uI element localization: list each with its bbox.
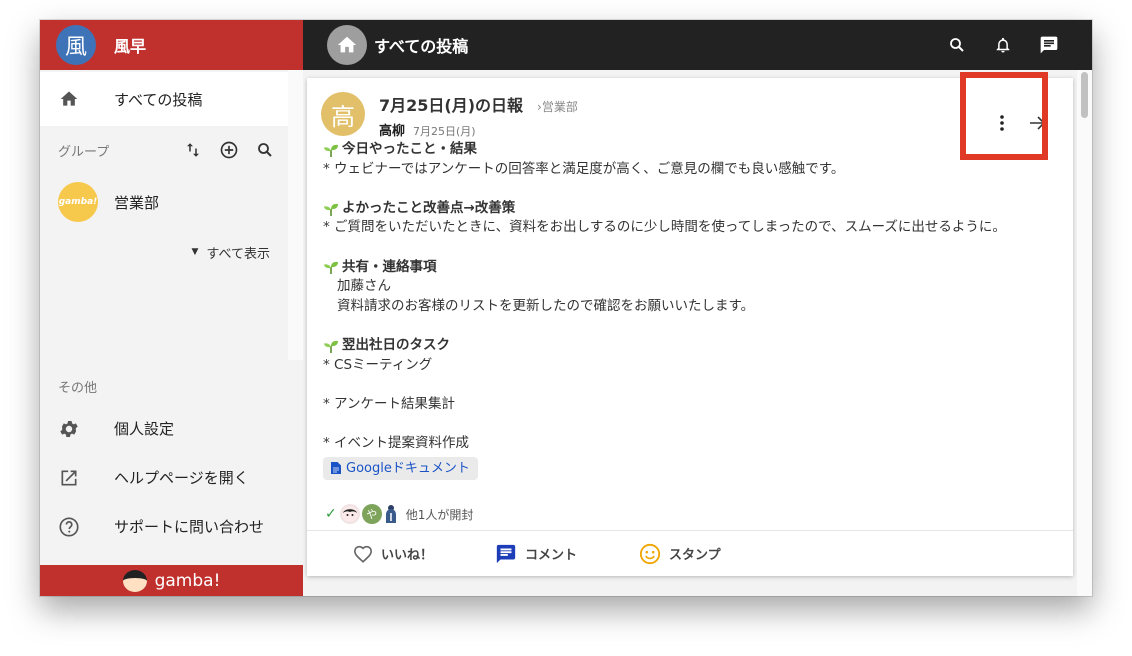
others-section: その他 個人設定 ヘルプページを開く サポートに問い合わせ	[40, 368, 303, 551]
body-line: * ご質問をいただいたときに、資料をお出しするのに少し時間を使ってしまったので、…	[323, 219, 1006, 236]
author-avatar[interactable]: 高	[321, 92, 365, 136]
read-receipts[interactable]: ✓ や 他1人が開封	[325, 504, 473, 524]
comment-button[interactable]: コメント	[495, 543, 577, 565]
mascot-icon	[122, 569, 147, 592]
group-item-sales[interactable]: gamba! 営業部	[40, 174, 288, 230]
groups-label: グループ	[58, 144, 110, 160]
body-line: * ウェビナーではアンケートの回答率と満足度が高く、ご意見の欄でも良い感触です。	[323, 160, 845, 177]
body-line: 加藤さん	[337, 278, 391, 295]
sidebar-item-settings[interactable]: 個人設定	[40, 404, 303, 453]
sprout-icon	[324, 262, 338, 275]
show-all-button[interactable]: ▼ すべて表示	[40, 230, 288, 274]
brand-footer: gamba!	[40, 565, 303, 596]
scrollbar-thumb[interactable]	[1081, 72, 1088, 118]
brand-name: gamba!	[154, 570, 221, 591]
main-content: 高 7月25日(月)の日報 ›営業部 高柳 7月25日(月) 今日やったこと・結…	[303, 70, 1092, 596]
sidebar-item-label: サポートに問い合わせ	[114, 518, 265, 536]
sidebar-scrollbar[interactable]	[288, 70, 303, 360]
check-icon: ✓	[325, 506, 337, 522]
reader-avatar	[339, 504, 360, 524]
app-window: 風 風早 すべての投稿 グループ gamba! 営業部 ▼ すべて表示 その他 …	[40, 20, 1092, 596]
group-logo: gamba!	[58, 182, 98, 222]
sprout-icon	[324, 340, 338, 353]
home-icon	[58, 88, 80, 110]
workspace-avatar[interactable]: 風	[56, 25, 96, 65]
gear-icon	[58, 418, 80, 440]
groups-section-header: グループ	[40, 126, 288, 174]
like-button[interactable]: いいね！	[353, 544, 433, 563]
post-body: 今日やったこと・結果 * ウェビナーではアンケートの回答率と満足度が高く、ご意見…	[323, 140, 1063, 481]
sprout-icon	[324, 144, 338, 157]
home-button[interactable]	[327, 25, 367, 65]
caret-down-icon: ▼	[191, 247, 199, 257]
body-line: * CSミーティング	[323, 356, 433, 373]
document-icon	[331, 462, 341, 475]
sidebar-item-label: 個人設定	[114, 420, 175, 438]
add-group-icon[interactable]	[218, 139, 240, 161]
others-section-header: その他	[40, 368, 303, 404]
section-heading: 共有・連絡事項	[323, 258, 1063, 278]
post-group-link[interactable]: ›営業部	[537, 98, 578, 115]
sort-icon[interactable]	[182, 139, 204, 161]
external-link-icon	[58, 467, 80, 489]
reader-avatar: や	[361, 504, 382, 524]
show-all-label: すべて表示	[206, 246, 270, 262]
main-scrollbar[interactable]	[1077, 70, 1092, 596]
search-icon[interactable]	[254, 139, 276, 161]
post-date: 7月25日(月)	[413, 125, 476, 138]
google-doc-attachment[interactable]: Googleドキュメント	[323, 456, 478, 481]
sidebar-item-label: ヘルプページを開く	[114, 469, 249, 487]
post-actions: いいね！ コメント スタンプ	[307, 531, 1073, 576]
author-name[interactable]: 高柳	[379, 120, 405, 139]
section-heading: 翌出社日のタスク	[323, 336, 1063, 356]
smiley-icon	[639, 543, 661, 564]
workspace-name: 風早	[114, 37, 147, 56]
home-icon	[337, 36, 357, 53]
others-label: その他	[58, 380, 98, 396]
body-line: * イベント提案資料作成	[323, 434, 470, 451]
sidebar-item-support[interactable]: サポートに問い合わせ	[40, 502, 303, 551]
help-circle-icon	[58, 516, 80, 538]
top-bar: すべての投稿	[303, 20, 1092, 70]
workspace-header[interactable]: 風 風早	[40, 20, 303, 70]
body-line: 資料請求のお客様のリストを更新したので確認をお願いいたします。	[337, 297, 755, 314]
comment-icon	[496, 544, 516, 563]
group-name: 営業部	[114, 193, 160, 212]
section-heading: よかったこと改善点→改善策	[323, 199, 1063, 219]
post-card[interactable]: 高 7月25日(月)の日報 ›営業部 高柳 7月25日(月) 今日やったこと・結…	[307, 72, 1073, 576]
body-line: * アンケート結果集計	[323, 395, 456, 412]
page-title: すべての投稿	[374, 37, 469, 56]
message-icon[interactable]	[1038, 34, 1060, 56]
post-title[interactable]: 7月25日(月)の日報	[379, 92, 523, 116]
stamp-button[interactable]: スタンプ	[639, 543, 721, 565]
sidebar: 風 風早 すべての投稿 グループ gamba! 営業部 ▼ すべて表示 その他 …	[40, 20, 303, 596]
sidebar-nav: すべての投稿 グループ gamba! 営業部 ▼ すべて表示	[40, 70, 288, 380]
bell-icon[interactable]	[992, 34, 1014, 56]
heart-icon	[353, 545, 373, 563]
post-header: 高 7月25日(月)の日報 ›営業部 高柳 7月25日(月)	[321, 92, 578, 139]
reader-avatar	[383, 504, 398, 524]
sidebar-item-label: すべての投稿	[114, 90, 203, 109]
sidebar-item-all-posts[interactable]: すべての投稿	[40, 72, 288, 126]
search-icon[interactable]	[946, 34, 968, 56]
readers-count-text: 他1人が開封	[405, 507, 474, 522]
sprout-icon	[324, 203, 338, 216]
section-heading: 今日やったこと・結果	[323, 140, 1063, 160]
sidebar-item-help-page[interactable]: ヘルプページを開く	[40, 453, 303, 502]
